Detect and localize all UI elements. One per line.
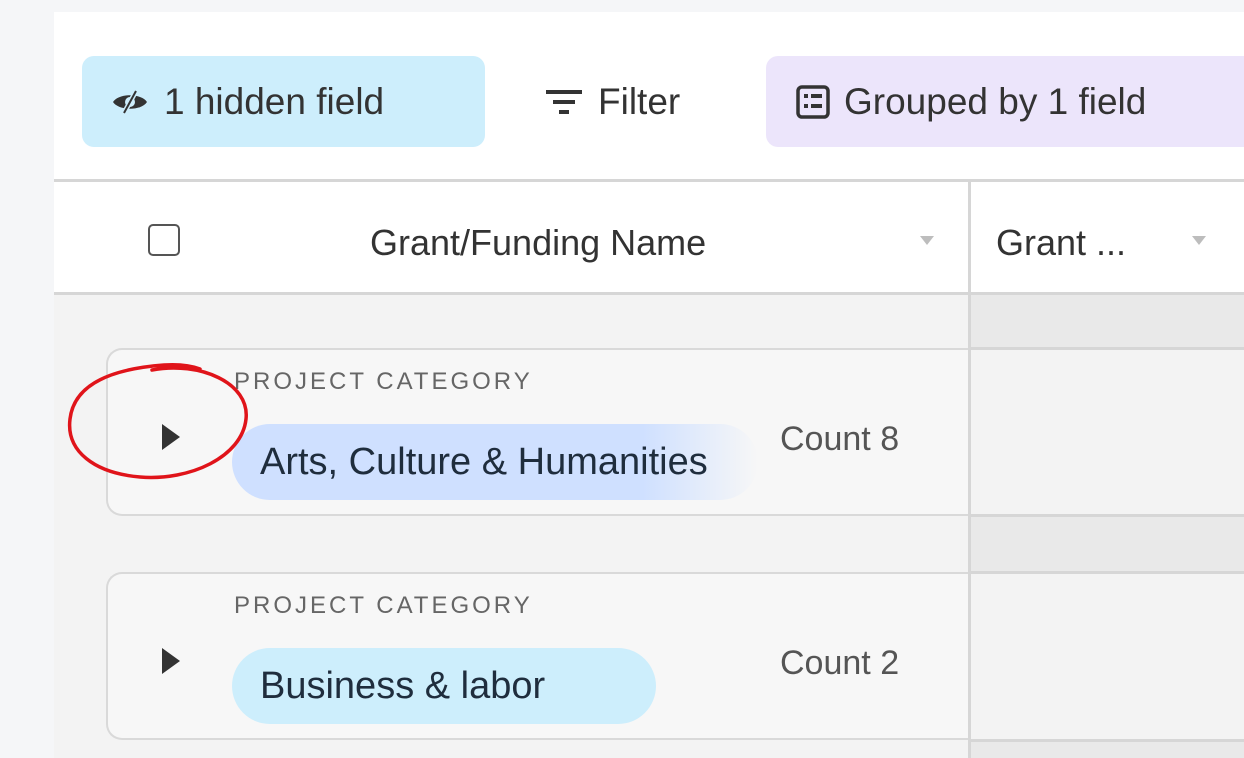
group-value-chip: Arts, Culture & Humanities xyxy=(232,424,758,500)
group-header[interactable]: PROJECT CATEGORY Arts, Culture & Humanit… xyxy=(106,348,968,516)
group-field-label: PROJECT CATEGORY xyxy=(234,368,533,395)
table-header: Grant/Funding Name Grant ... xyxy=(54,182,1244,295)
row-divider xyxy=(971,571,1244,574)
group-header[interactable]: PROJECT CATEGORY Business & labor Count … xyxy=(106,572,968,740)
row-divider xyxy=(971,347,1244,350)
column-menu-caret-icon[interactable] xyxy=(1192,236,1206,245)
column-header-grant-name[interactable]: Grant/Funding Name xyxy=(370,222,706,264)
group-list-icon xyxy=(796,84,830,119)
group-by-label: Grouped by 1 field xyxy=(844,80,1147,122)
hidden-fields-button[interactable]: 1 hidden field xyxy=(82,56,485,147)
filter-button[interactable]: Filter xyxy=(540,56,730,147)
grid-view: 1 hidden field Filter Grouped by 1 field… xyxy=(54,12,1244,758)
group-value: Business & labor xyxy=(260,664,546,707)
column-menu-caret-icon[interactable] xyxy=(920,236,934,245)
filter-label: Filter xyxy=(598,80,681,122)
group-spacer xyxy=(971,742,1244,758)
left-gutter xyxy=(0,0,54,758)
eye-slash-icon xyxy=(110,89,150,115)
hidden-fields-label: 1 hidden field xyxy=(164,80,385,122)
column-header-grant-2[interactable]: Grant ... xyxy=(996,222,1126,264)
group-spacer xyxy=(971,295,1244,347)
select-all-checkbox[interactable] xyxy=(148,224,180,256)
view-toolbar: 1 hidden field Filter Grouped by 1 field xyxy=(54,12,1244,182)
group-field-label: PROJECT CATEGORY xyxy=(234,592,533,619)
expand-triangle-icon[interactable] xyxy=(158,644,184,683)
group-count: Count 2 xyxy=(780,644,900,682)
group-spacer xyxy=(971,517,1244,571)
expand-triangle-icon[interactable] xyxy=(158,420,184,459)
group-value: Arts, Culture & Humanities xyxy=(260,440,708,483)
group-by-button[interactable]: Grouped by 1 field xyxy=(766,56,1244,147)
top-gutter xyxy=(54,0,1244,12)
column-divider xyxy=(968,182,971,758)
group-value-chip: Business & labor xyxy=(232,648,656,724)
group-count: Count 8 xyxy=(780,420,900,458)
filter-lines-icon xyxy=(544,87,584,117)
